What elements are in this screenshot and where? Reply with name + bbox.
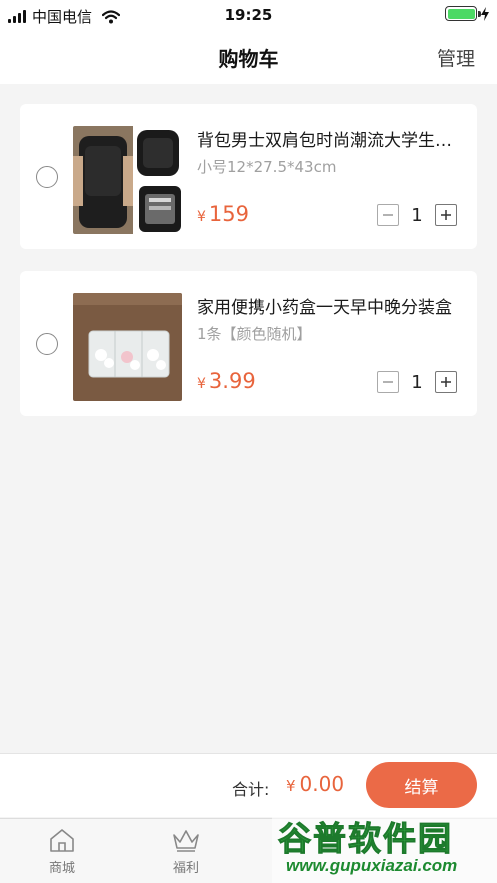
watermark: 谷普软件园 www.gupuxiazai.com bbox=[272, 812, 497, 883]
increase-button[interactable] bbox=[435, 204, 457, 226]
status-time: 19:25 bbox=[224, 6, 273, 24]
tab-label: 福利 bbox=[172, 861, 199, 876]
product-spec: 小号12*27.5*43cm bbox=[197, 158, 337, 176]
currency-symbol: ¥ bbox=[197, 376, 206, 392]
product-title[interactable]: 家用便携小药盒一天早中晚分装盒 bbox=[197, 293, 462, 318]
product-image-backpack[interactable] bbox=[73, 126, 182, 234]
checkout-bar: 合计: ¥0.00 结算 bbox=[0, 753, 497, 817]
plus-icon bbox=[441, 377, 451, 387]
tab-welfare[interactable]: 福利 bbox=[146, 827, 226, 876]
minus-icon bbox=[383, 381, 393, 383]
home-icon bbox=[50, 829, 74, 852]
status-right bbox=[445, 6, 489, 21]
quantity-value: 1 bbox=[411, 204, 423, 226]
cart-item: 背包男士双肩包时尚潮流大学生书包韩版 小号12*27.5*43cm ¥159 1 bbox=[20, 104, 477, 249]
manage-button[interactable]: 管理 bbox=[437, 44, 475, 71]
product-image-pillbox[interactable] bbox=[73, 293, 182, 401]
plus-icon bbox=[441, 210, 451, 220]
tab-label: 商城 bbox=[48, 861, 75, 876]
product-price: ¥159 bbox=[197, 202, 249, 226]
checkout-button[interactable]: 结算 bbox=[366, 762, 477, 808]
battery-icon bbox=[445, 6, 481, 21]
cart-list: 背包男士双肩包时尚潮流大学生书包韩版 小号12*27.5*43cm ¥159 1 bbox=[20, 104, 477, 438]
increase-button[interactable] bbox=[435, 371, 457, 393]
total-label: 合计: bbox=[232, 780, 270, 799]
price-value: 159 bbox=[208, 202, 250, 226]
quantity-stepper: 1 bbox=[377, 204, 457, 226]
select-radio[interactable] bbox=[36, 333, 58, 355]
product-title[interactable]: 背包男士双肩包时尚潮流大学生书包韩版 bbox=[197, 126, 462, 151]
watermark-title: 谷普软件园 bbox=[278, 819, 453, 859]
total-value: 0.00 bbox=[299, 772, 345, 796]
total-amount: ¥0.00 bbox=[286, 772, 344, 796]
charging-icon bbox=[481, 6, 489, 21]
status-bar: 中国电信 19:25 bbox=[0, 0, 497, 30]
watermark-url: www.gupuxiazai.com bbox=[286, 856, 458, 875]
quantity-stepper: 1 bbox=[377, 371, 457, 393]
select-radio[interactable] bbox=[36, 166, 58, 188]
tab-mall[interactable]: 商城 bbox=[22, 827, 102, 876]
decrease-button[interactable] bbox=[377, 371, 399, 393]
product-price: ¥3.99 bbox=[197, 369, 256, 393]
product-spec: 1条【颜色随机】 bbox=[197, 325, 312, 343]
decrease-button[interactable] bbox=[377, 204, 399, 226]
minus-icon bbox=[383, 214, 393, 216]
currency-symbol: ¥ bbox=[197, 209, 206, 225]
currency-symbol: ¥ bbox=[286, 777, 296, 795]
nav-bar: 购物车 管理 bbox=[0, 30, 497, 84]
quantity-value: 1 bbox=[411, 371, 423, 393]
crown-icon bbox=[173, 830, 199, 852]
page-title: 购物车 bbox=[218, 46, 279, 71]
cart-item: 家用便携小药盒一天早中晚分装盒 1条【颜色随机】 ¥3.99 1 bbox=[20, 271, 477, 416]
price-value: 3.99 bbox=[208, 369, 256, 393]
battery-fill bbox=[447, 8, 475, 19]
